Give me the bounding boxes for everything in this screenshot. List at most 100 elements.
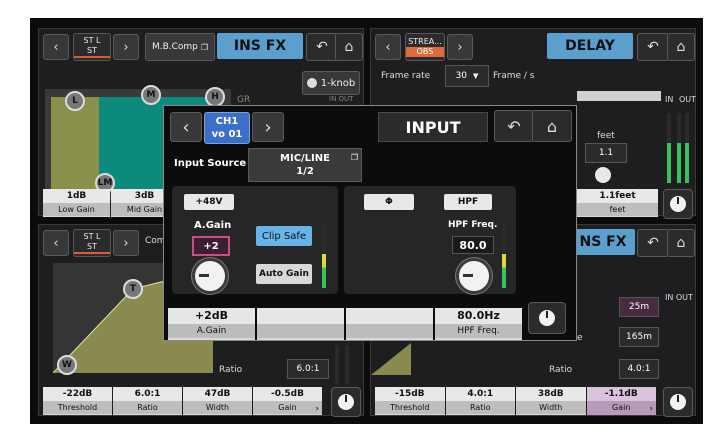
- clip-safe-button[interactable]: Clip Safe: [256, 226, 312, 246]
- value-165m: 165m: [626, 332, 652, 342]
- again-knob[interactable]: [192, 258, 228, 294]
- ratio-value-box[interactable]: 6.0:1: [287, 359, 329, 379]
- width-node[interactable]: W: [57, 355, 77, 375]
- copy-icon: ❐: [350, 153, 358, 162]
- strip-hpf-freq[interactable]: 80.0Hz HPF Freq.: [435, 308, 522, 340]
- strip-value: [346, 308, 433, 324]
- phase-button[interactable]: Φ: [364, 194, 414, 210]
- strip-label: [346, 324, 433, 338]
- param-value: -1.1dB: [586, 387, 656, 401]
- feet-knob[interactable]: [595, 167, 611, 183]
- channel-label: ST: [74, 242, 110, 254]
- param-feet[interactable]: 1.1feet feet: [577, 189, 658, 217]
- prev-channel-button[interactable]: ‹: [375, 34, 401, 60]
- module-select-button[interactable]: M.B.Comp ❐: [145, 33, 215, 61]
- hpf-section: Φ HPF HPF Freq. 80.0: [344, 186, 516, 294]
- hpf-freq-value: 80.0: [459, 238, 487, 252]
- one-knob-button[interactable]: 1-knob: [302, 71, 360, 95]
- channel-selector[interactable]: ST L ST: [73, 33, 111, 61]
- channel-name: STREA...: [408, 37, 442, 46]
- frame-rate-select[interactable]: 30 ▼: [445, 65, 489, 87]
- feet-value: 1.1: [598, 148, 614, 158]
- knob-icon: [539, 310, 555, 326]
- param-threshold[interactable]: -22dB Threshold: [43, 387, 112, 415]
- next-channel-button[interactable]: ›: [447, 34, 473, 60]
- strip-empty-2[interactable]: [346, 308, 433, 340]
- ratio-value: 4.0:1: [627, 364, 651, 374]
- param-width[interactable]: 38dB Width: [516, 387, 586, 415]
- back-button[interactable]: ↶: [306, 33, 338, 61]
- next-channel-button[interactable]: ›: [113, 34, 139, 60]
- phantom-48v-button[interactable]: +48V: [184, 194, 234, 210]
- home-button[interactable]: ⌂: [667, 33, 695, 61]
- one-knob-label: 1-knob: [320, 77, 356, 89]
- auto-gain-button[interactable]: Auto Gain: [256, 264, 312, 284]
- feet-value-box[interactable]: 1.1: [585, 143, 627, 163]
- title-ins-fx[interactable]: NS FX: [571, 229, 635, 255]
- param-label: feet: [577, 203, 658, 216]
- param-gain[interactable]: -1.1dB Gain ›: [586, 387, 656, 415]
- title-delay[interactable]: DELAY: [547, 33, 633, 59]
- chevron-right-icon[interactable]: ›: [649, 404, 653, 414]
- back-button[interactable]: ↶: [494, 110, 534, 142]
- param-label: Gain: [586, 401, 656, 414]
- value-165m-box[interactable]: 165m: [619, 327, 659, 347]
- next-channel-button[interactable]: ›: [113, 230, 139, 256]
- out-meter: [345, 345, 349, 385]
- knob-button[interactable]: [663, 189, 693, 219]
- band-node-mid[interactable]: M: [141, 85, 161, 105]
- home-button[interactable]: ⌂: [667, 229, 695, 257]
- param-low-gain[interactable]: 1dB Low Gain: [43, 189, 110, 217]
- back-button[interactable]: ↶: [637, 229, 669, 257]
- knob-button[interactable]: [663, 387, 693, 417]
- ratio-value-box[interactable]: 4.0:1: [619, 359, 659, 379]
- param-ratio[interactable]: 6.0:1 Ratio: [113, 387, 182, 415]
- band-node-high[interactable]: H: [205, 87, 225, 107]
- prev-channel-button[interactable]: ‹: [43, 34, 69, 60]
- value-25m-box[interactable]: 25m: [619, 297, 659, 317]
- prev-channel-button[interactable]: ‹: [170, 112, 202, 142]
- home-button[interactable]: ⌂: [532, 110, 572, 142]
- strip-empty-1[interactable]: [257, 308, 344, 340]
- band-node-low[interactable]: L: [65, 91, 85, 111]
- param-value: -22dB: [43, 387, 112, 401]
- back-button[interactable]: ↶: [637, 33, 669, 61]
- title-ins-fx[interactable]: INS FX: [217, 33, 303, 59]
- param-width[interactable]: 47dB Width: [183, 387, 252, 415]
- channel-selector[interactable]: STREA... OBS: [405, 33, 445, 61]
- param-ratio[interactable]: 4.0:1 Ratio: [445, 387, 515, 415]
- chevron-right-icon[interactable]: ›: [315, 404, 319, 414]
- prev-channel-button[interactable]: ‹: [43, 230, 69, 256]
- feet-label: feet: [597, 131, 615, 141]
- param-value: -15dB: [375, 387, 445, 401]
- knob-button[interactable]: [331, 387, 361, 417]
- channel-name: ST L: [83, 232, 101, 241]
- again-value-box[interactable]: +2: [192, 236, 230, 256]
- input-param-strip: +2dB A.Gain 80.0Hz HPF Freq.: [168, 308, 524, 340]
- param-gain[interactable]: -0.5dB Gain ›: [253, 387, 322, 415]
- threshold-node[interactable]: T: [123, 279, 143, 299]
- param-label: Width: [183, 401, 252, 414]
- strip-again[interactable]: +2dB A.Gain: [168, 308, 255, 340]
- chevron-left-icon: ‹: [385, 39, 391, 55]
- param-threshold[interactable]: -15dB Threshold: [375, 387, 445, 415]
- strip-value: 80.0Hz: [435, 308, 522, 324]
- chevron-left-icon: ‹: [182, 116, 190, 138]
- param-label: Ratio: [113, 401, 182, 414]
- channel-selector[interactable]: ST L ST: [73, 229, 111, 257]
- home-button[interactable]: ⌂: [335, 33, 363, 61]
- hpf-knob[interactable]: [456, 258, 492, 294]
- hpf-freq-value-box[interactable]: 80.0: [452, 236, 494, 254]
- channel-label: OBS: [406, 47, 444, 57]
- chevron-right-icon: ›: [123, 39, 129, 55]
- delay-bar: [577, 91, 661, 101]
- chevron-right-icon[interactable]: ›: [264, 117, 271, 138]
- next-channel-button[interactable]: ›: [252, 112, 284, 142]
- home-icon: ⌂: [344, 39, 354, 55]
- hpf-button[interactable]: HPF: [444, 194, 492, 210]
- input-source-button[interactable]: MIC/LINE 1/2 ❐: [248, 148, 362, 182]
- knob-button[interactable]: [528, 302, 566, 334]
- chevron-right-icon: ›: [457, 39, 463, 55]
- channel-selector[interactable]: CH1 vo 01: [204, 112, 250, 144]
- strip-label: HPF Freq.: [435, 324, 522, 338]
